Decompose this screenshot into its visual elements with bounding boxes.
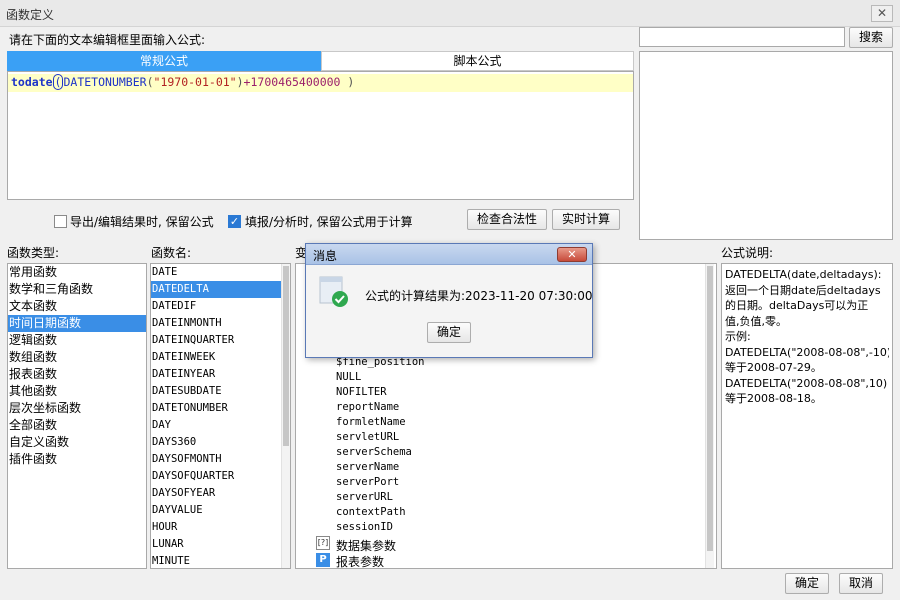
function-list-item[interactable]: DAYSOFMONTH — [151, 451, 290, 468]
variable-item[interactable]: serverURL — [336, 491, 393, 503]
functions-label: 函数名: — [151, 246, 192, 260]
search-input[interactable] — [639, 27, 845, 47]
keep-on-export-checkbox[interactable] — [54, 215, 67, 228]
category-list-item[interactable]: 数组函数 — [8, 349, 146, 366]
description-line: 值,负值,零。 — [725, 314, 787, 328]
description-line: DATEDELTA(date,deltadays): — [725, 268, 882, 281]
message-close-button[interactable]: ✕ — [557, 247, 587, 262]
formula-string: "1970-01-01" — [153, 75, 237, 89]
variable-item[interactable]: serverName — [336, 461, 399, 473]
function-list[interactable]: DATE DATEDELTA DATEDIF DATEINMONTH DATEINQUA… — [150, 263, 291, 569]
category-list-item[interactable]: 层次坐标函数 — [8, 400, 146, 417]
tab-normal-formula[interactable]: 常规公式 — [7, 51, 321, 71]
category-list-item[interactable]: 逻辑函数 — [8, 332, 146, 349]
tree-group-dataset-params[interactable]: 数据集参数 — [336, 537, 396, 554]
category-list-item[interactable]: 插件函数 — [8, 451, 146, 468]
formula-paren: ) — [236, 75, 244, 89]
report-params-icon: P — [316, 553, 330, 567]
window-titlebar: 函数定义 ✕ — [0, 0, 900, 27]
function-list-item[interactable]: DATEINYEAR — [151, 366, 290, 383]
dataset-params-icon: [?] — [316, 536, 330, 550]
message-titlebar: 消息 ✕ — [306, 244, 592, 265]
description-line: 示例: — [725, 330, 751, 343]
variable-item[interactable]: formletName — [336, 416, 406, 428]
variable-item[interactable]: serverSchema — [336, 446, 412, 458]
function-list-item[interactable]: DAYS360 — [151, 434, 290, 451]
tab-script-formula[interactable]: 脚本公式 — [321, 51, 634, 71]
search-results-panel — [639, 51, 893, 240]
formula-func-datetonumber: DATETONUMBER — [63, 75, 147, 89]
description-label: 公式说明: — [721, 246, 774, 260]
function-list-item[interactable]: DATEINMONTH — [151, 315, 290, 332]
function-list-item[interactable]: DAY — [151, 417, 290, 434]
function-list-item[interactable]: DATEDELTA — [151, 281, 290, 298]
search-button[interactable]: 搜索 — [849, 27, 893, 48]
description-line: 的日期。deltaDays可以为正 — [725, 299, 869, 312]
formula-cursor-paren: ( — [52, 74, 64, 90]
formula-description: DATEDELTA(date,deltadays): 返回一个日期date后del… — [721, 263, 893, 569]
function-list-item[interactable]: HOUR — [151, 519, 290, 536]
description-line: 等于2008-07-29。 — [725, 361, 822, 374]
category-list-item[interactable]: 全部函数 — [8, 417, 146, 434]
category-list[interactable]: 常用函数 数学和三角函数 文本函数 时间日期函数 逻辑函数 数组函数 报表函数 其他函数 层次坐… — [7, 263, 147, 569]
window-close-button[interactable]: ✕ — [871, 5, 893, 22]
realtime-calc-button[interactable]: 实时计算 — [552, 209, 620, 230]
variable-item[interactable]: reportName — [336, 401, 399, 413]
ok-button[interactable]: 确定 — [785, 573, 829, 594]
function-list-item[interactable]: LUNAR — [151, 536, 290, 553]
variable-item[interactable]: serverPort — [336, 476, 399, 488]
category-list-item[interactable]: 自定义函数 — [8, 434, 146, 451]
variable-tree-scrollbar[interactable] — [705, 264, 714, 568]
variable-item[interactable]: sessionID — [336, 521, 393, 533]
scrollbar-thumb[interactable] — [283, 266, 289, 446]
formula-func-todate: todate — [11, 75, 53, 89]
formula-paren: ( — [146, 75, 154, 89]
function-list-item[interactable]: DATETONUMBER — [151, 400, 290, 417]
message-title: 消息 — [313, 249, 338, 263]
description-line: DATEDELTA("2008-08-08",-10) — [725, 345, 889, 359]
function-list-item[interactable]: DAYSOFYEAR — [151, 485, 290, 502]
function-list-item[interactable]: DATEINQUARTER — [151, 332, 290, 349]
keep-on-fill-checkbox[interactable]: ✓ — [228, 215, 241, 228]
function-list-item[interactable]: DATEINWEEK — [151, 349, 290, 366]
categories-label: 函数类型: — [7, 246, 60, 260]
check-validity-button[interactable]: 检查合法性 — [467, 209, 547, 230]
function-list-item[interactable]: MINUTE — [151, 553, 290, 568]
function-list-scrollbar[interactable] — [281, 264, 290, 568]
formula-paren: ) — [340, 75, 355, 89]
success-icon — [319, 276, 349, 308]
description-line: DATEDELTA("2008-08-08",10) — [725, 376, 888, 390]
category-list-item[interactable]: 其他函数 — [8, 383, 146, 400]
variable-item[interactable]: servletURL — [336, 431, 399, 443]
formula-line: todate(DATETONUMBER("1970-01-01")+170046… — [8, 74, 633, 92]
category-list-item[interactable]: 报表函数 — [8, 366, 146, 383]
category-list-item[interactable]: 常用函数 — [8, 264, 146, 281]
function-list-item[interactable]: DATE — [151, 264, 290, 281]
tree-group-report-params[interactable]: 报表参数 — [336, 553, 384, 570]
category-list-item[interactable]: 数学和三角函数 — [8, 281, 146, 298]
category-list-item[interactable]: 时间日期函数 — [8, 315, 146, 332]
keep-on-fill-label: 填报/分析时, 保留公式用于计算 — [245, 215, 413, 229]
description-line: 返回一个日期date后deltadays — [725, 283, 881, 297]
description-line: 等于2008-08-18。 — [725, 392, 822, 405]
keep-on-export-label: 导出/编辑结果时, 保留公式 — [70, 215, 214, 229]
formula-number: +1700465400000 — [243, 75, 341, 89]
message-ok-button[interactable]: 确定 — [427, 322, 471, 343]
formula-editor[interactable]: todate(DATETONUMBER("1970-01-01")+170046… — [7, 71, 634, 200]
instruction-label: 请在下面的文本编辑框里面输入公式: — [9, 33, 206, 47]
function-list-item[interactable]: DAYVALUE — [151, 502, 290, 519]
variable-item[interactable]: NOFILTER — [336, 386, 387, 398]
message-dialog: 消息 ✕ 公式的计算结果为:2023-11-20 07:30:00 确定 — [305, 243, 593, 358]
scrollbar-thumb[interactable] — [707, 266, 713, 551]
variable-item[interactable]: NULL — [336, 371, 361, 383]
window-title: 函数定义 — [6, 8, 55, 22]
function-list-item[interactable]: DATESUBDATE — [151, 383, 290, 400]
cancel-button[interactable]: 取消 — [839, 573, 883, 594]
function-list-item[interactable]: DAYSOFQUARTER — [151, 468, 290, 485]
variable-item[interactable]: contextPath — [336, 506, 406, 518]
function-list-item[interactable]: DATEDIF — [151, 298, 290, 315]
message-text: 公式的计算结果为:2023-11-20 07:30:00 — [365, 289, 593, 303]
category-list-item[interactable]: 文本函数 — [8, 298, 146, 315]
